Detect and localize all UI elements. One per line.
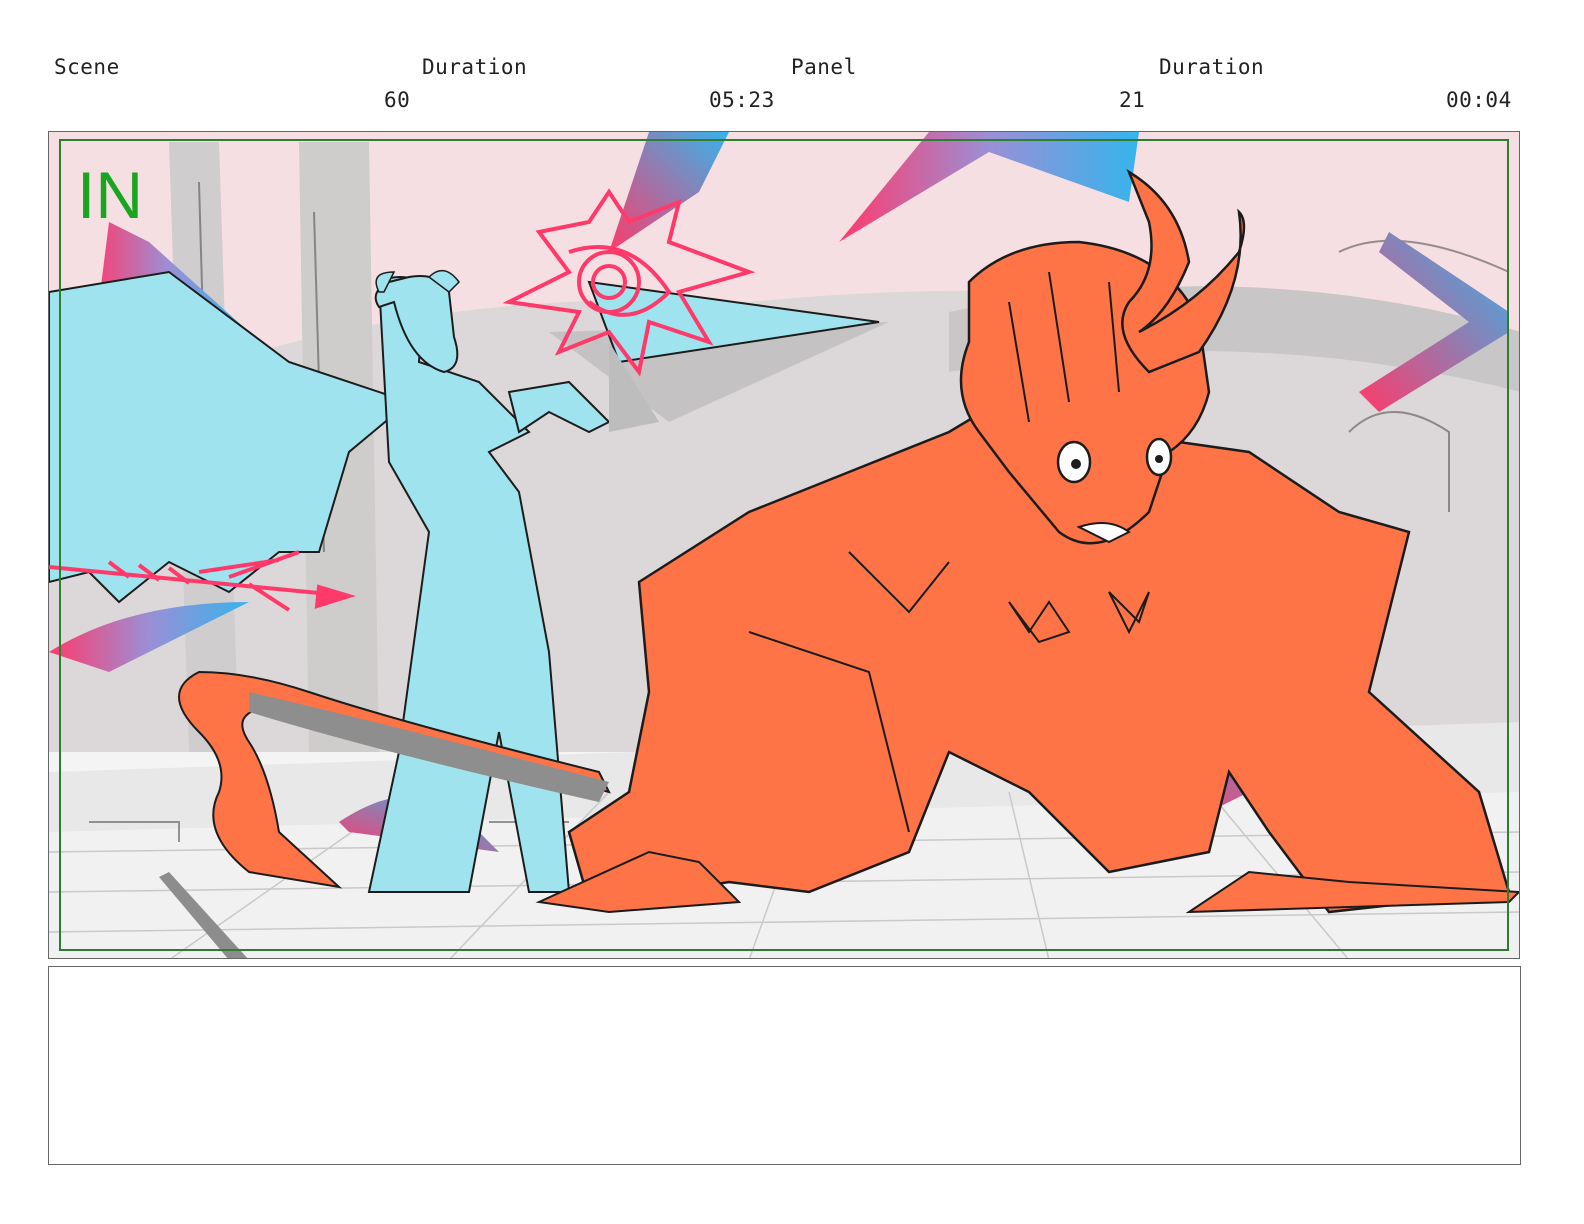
panel-artwork <box>49 132 1519 958</box>
scene-number: 60 <box>384 88 411 112</box>
action-notes-text <box>49 967 1520 999</box>
panel-label: Panel <box>791 55 857 79</box>
scene-duration-label: Duration <box>422 55 528 79</box>
scene-label: Scene <box>54 55 120 79</box>
panel-number: 21 <box>1119 88 1146 112</box>
storyboard-panel: IN <box>48 131 1520 959</box>
panel-duration-value: 00:04 <box>1446 88 1512 112</box>
panel-duration-label: Duration <box>1159 55 1265 79</box>
scene-duration-value: 05:23 <box>709 88 775 112</box>
in-transition-marker: IN <box>77 158 143 232</box>
action-notes-box[interactable] <box>48 966 1521 1165</box>
